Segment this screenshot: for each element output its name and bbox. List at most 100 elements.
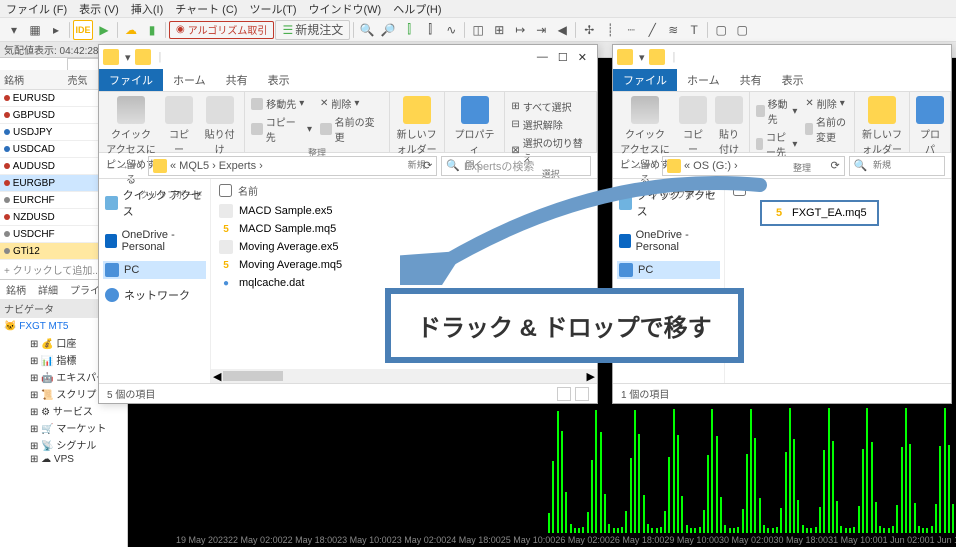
tab-view[interactable]: 表示 (772, 69, 814, 91)
delete-button[interactable]: ✕ 削除 ▾ (805, 96, 848, 111)
file-row[interactable]: MACD Sample.ex5 (219, 202, 589, 220)
rename-button[interactable]: 名前の変更 (805, 114, 848, 144)
m5-button[interactable]: ▢ (732, 20, 752, 40)
nav-fwd-icon[interactable]: → (118, 160, 129, 172)
np-network[interactable]: ネットワーク (103, 285, 206, 305)
drop-icon[interactable]: ▾ (125, 51, 131, 64)
nav-up-icon[interactable]: ↑ (139, 160, 145, 172)
explorer1-titlebar[interactable]: ▾ | — ☐ ✕ (99, 45, 597, 69)
tab-home[interactable]: ホーム (163, 69, 216, 91)
new-folder[interactable]: 新しいフォルダー (861, 96, 903, 156)
menu-tool[interactable]: ツール(T) (249, 1, 296, 17)
nav-item[interactable]: ⊞ 🛒 マーケット (16, 419, 125, 436)
mw-col-symbol[interactable]: 銘柄 (0, 70, 64, 89)
shift-icon[interactable]: ↦ (510, 20, 530, 40)
file-row[interactable]: Moving Average.ex5 (219, 238, 589, 256)
tab-view[interactable]: 表示 (258, 69, 300, 91)
ide-button[interactable]: IDE (73, 20, 93, 40)
algo-trade-button[interactable]: ◉アルゴリズム取引 (169, 21, 274, 39)
maximize-icon[interactable]: ☐ (558, 51, 568, 64)
file-row[interactable]: 5MACD Sample.mq5 (219, 220, 589, 238)
np-onedrive[interactable]: OneDrive - Personal (617, 227, 720, 255)
np-pc[interactable]: PC (617, 261, 720, 279)
cascade-icon[interactable]: ◫ (468, 20, 488, 40)
mw-tab-detail[interactable]: 詳細 (32, 280, 64, 299)
select-all-checkbox[interactable] (733, 183, 746, 196)
chart-candle-icon[interactable]: ⫿ (420, 20, 440, 40)
menu-insert[interactable]: 挿入(I) (131, 1, 163, 17)
toolbar-dropdown-icon[interactable]: ▾ (4, 20, 24, 40)
np-onedrive[interactable]: OneDrive - Personal (103, 227, 206, 255)
nav-up-icon[interactable]: ↑ (653, 160, 659, 172)
tab-share[interactable]: 共有 (730, 69, 772, 91)
tab-home[interactable]: ホーム (677, 69, 730, 91)
cloud-icon[interactable]: ☁ (121, 20, 141, 40)
star-icon (105, 196, 118, 210)
np-quick[interactable]: クイック アクセス (103, 185, 206, 221)
search-box[interactable]: 🔍 Expertsの検索 (441, 156, 591, 176)
menu-file[interactable]: ファイル (F) (6, 1, 67, 17)
col-name[interactable]: 名前 (238, 183, 258, 198)
tab-file[interactable]: ファイル (613, 69, 677, 91)
new-order-button[interactable]: ☰新規注文 (275, 20, 350, 40)
tab-file[interactable]: ファイル (99, 69, 163, 91)
address-path[interactable]: «OS (G:)›⟳ (662, 156, 845, 176)
properties[interactable]: プロパティ (451, 96, 499, 156)
h-line-icon[interactable]: ┈ (621, 20, 641, 40)
text-icon[interactable]: T (684, 20, 704, 40)
properties[interactable]: プロパ (916, 96, 944, 156)
explorer2-titlebar[interactable]: ▾ | (613, 45, 951, 69)
np-quick[interactable]: クイック アクセス (617, 185, 720, 221)
zoom-in-icon[interactable]: 🔍 (357, 20, 377, 40)
menu-chart[interactable]: チャート (C) (175, 1, 237, 17)
m1-button[interactable]: ▢ (711, 20, 731, 40)
address-path[interactable]: « MQL5› Experts› ⟳ (148, 156, 437, 176)
search-box[interactable]: 🔍 (849, 156, 945, 176)
file-row[interactable]: 5Moving Average.mq5 (219, 256, 589, 274)
nav-back-icon[interactable]: ◀ (552, 20, 572, 40)
new-folder[interactable]: 新しいフォルダー (396, 96, 438, 156)
grid-icon[interactable]: ⊞ (489, 20, 509, 40)
move-to[interactable]: 移動先 ▾ (756, 96, 797, 126)
fibo-icon[interactable]: ≋ (663, 20, 683, 40)
nav-back-icon[interactable]: ← (105, 160, 116, 172)
np-pc[interactable]: PC (103, 261, 206, 279)
copy-button[interactable]: コピー (679, 96, 707, 156)
paste-button[interactable]: 貼り付け (715, 96, 743, 156)
menu-help[interactable]: ヘルプ(H) (393, 1, 441, 17)
crosshair-icon[interactable]: ✢ (579, 20, 599, 40)
nav-item[interactable]: ⊞ ⚙ サービス (16, 402, 125, 419)
chart-bars-icon[interactable]: ⫿ (399, 20, 419, 40)
nav-back-icon[interactable]: ← (619, 160, 630, 172)
minimize-icon[interactable]: — (537, 51, 548, 64)
select-all-checkbox[interactable] (219, 183, 232, 198)
tab-share[interactable]: 共有 (216, 69, 258, 91)
auto-scroll-icon[interactable]: ⇥ (531, 20, 551, 40)
select-none[interactable]: ⊟ 選択解除 (511, 117, 590, 132)
nav-item[interactable]: ⊞ ☁ VPS (16, 453, 125, 466)
paste-button[interactable]: 貼り付け (201, 96, 238, 156)
rename-button[interactable]: 名前の変更 (320, 114, 383, 144)
menu-view[interactable]: 表示 (V) (79, 1, 119, 17)
zoom-out-icon[interactable]: 🔎 (378, 20, 398, 40)
bar-icon[interactable]: ▮ (142, 20, 162, 40)
view-list-icon[interactable] (557, 387, 571, 401)
copy-button[interactable]: コピー (165, 96, 193, 156)
toolbar-chart-icon[interactable]: ▦ (25, 20, 45, 40)
nav-item[interactable]: ⊞ 📡 シグナル (16, 436, 125, 453)
v-line-icon[interactable]: ┊ (600, 20, 620, 40)
close-icon[interactable]: ✕ (578, 51, 587, 64)
delete-button[interactable]: ✕ 削除 ▾ (320, 96, 383, 111)
nav-hist-icon[interactable]: ▾ (131, 159, 137, 172)
run-icon[interactable]: ▶ (94, 20, 114, 40)
menu-window[interactable]: ウインドウ(W) (309, 1, 382, 17)
nav-fwd-icon[interactable]: → (632, 160, 643, 172)
mw-tab-symbols[interactable]: 銘柄 (0, 280, 32, 299)
chart-line-icon[interactable]: ∿ (441, 20, 461, 40)
toolbar-arrow-icon[interactable]: ▸ (46, 20, 66, 40)
view-detail-icon[interactable] (575, 387, 589, 401)
select-all[interactable]: ⊞ すべて選択 (511, 99, 590, 114)
trend-line-icon[interactable]: ╱ (642, 20, 662, 40)
copy-to[interactable]: コピー先 ▾ (251, 114, 312, 144)
move-to[interactable]: 移動先 ▾ (251, 96, 312, 111)
